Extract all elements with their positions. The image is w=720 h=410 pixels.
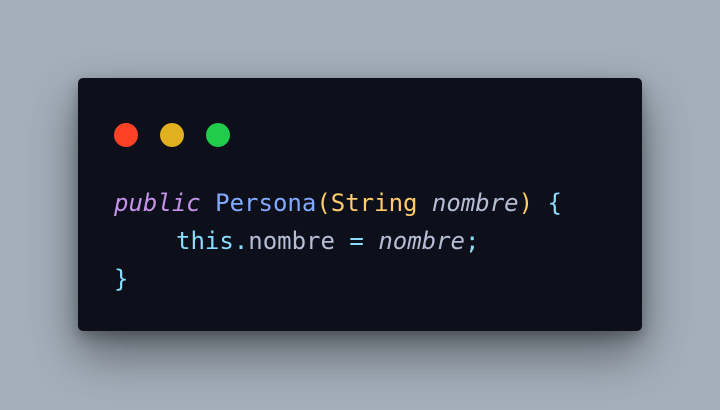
parameter-type: String bbox=[330, 189, 418, 217]
code-line-2: this.nombre = nombre; bbox=[114, 222, 562, 260]
parameter-name: nombre bbox=[431, 189, 519, 217]
close-dot[interactable] bbox=[114, 123, 138, 147]
open-paren: ( bbox=[316, 189, 331, 217]
assigned-value: nombre bbox=[378, 227, 466, 255]
code-window: public Persona(String nombre) {this.nomb… bbox=[78, 78, 642, 331]
property-name: nombre bbox=[248, 227, 335, 255]
minimize-dot[interactable] bbox=[160, 123, 184, 147]
this-keyword: this bbox=[176, 227, 234, 255]
semicolon: ; bbox=[465, 227, 480, 255]
code-block: public Persona(String nombre) {this.nomb… bbox=[114, 184, 562, 298]
code-line-1: public Persona(String nombre) { bbox=[114, 184, 562, 222]
assignment-operator: = bbox=[349, 227, 364, 255]
open-brace: { bbox=[547, 189, 562, 217]
maximize-dot[interactable] bbox=[206, 123, 230, 147]
close-paren: ) bbox=[518, 189, 534, 217]
method-name: Persona bbox=[215, 189, 317, 217]
window-controls bbox=[114, 123, 230, 147]
code-line-3: } bbox=[114, 260, 562, 298]
keyword-public: public bbox=[114, 189, 201, 217]
member-dot: . bbox=[233, 227, 249, 255]
close-brace: } bbox=[114, 265, 129, 293]
